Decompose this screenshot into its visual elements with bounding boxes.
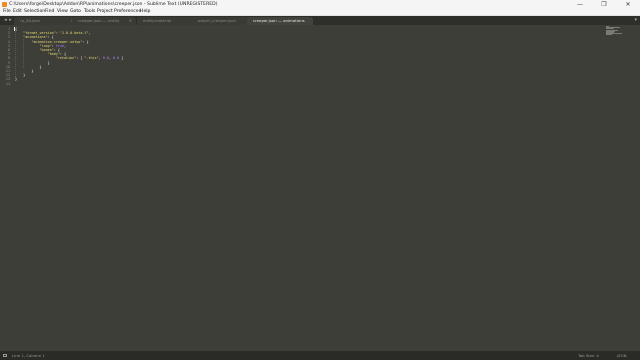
status-bar: Line 1, Column 1 Tab Size: 4 JSON (0, 351, 640, 360)
menu-edit[interactable]: Edit (13, 9, 22, 15)
cursor-position: Line 1, Column 1 (12, 353, 45, 358)
code-token: "rotation" (55, 56, 77, 61)
tab-creeper-animations[interactable]: creeper.json — animations (247, 17, 313, 25)
tab-size-selector[interactable]: Tab Size: 4 (578, 351, 599, 360)
menu-file[interactable]: File (3, 9, 11, 15)
tab-label: creeper.json — entity (78, 18, 120, 23)
sublime-app-icon (2, 2, 7, 7)
code-token: } (15, 77, 18, 82)
code-editor[interactable]: 1 2 3 4 5 6 7 8 9 10 11 12 13 14 { "form… (0, 25, 640, 351)
code-token: "1.8.0-beta.1" (59, 31, 89, 36)
tab-close-icon[interactable]: × (129, 17, 132, 25)
tab-rp-00[interactable]: rp_00.json × (14, 17, 78, 25)
tab-scroll-right-icon[interactable]: ▸ (8, 16, 13, 25)
menu-help[interactable]: Help (140, 9, 150, 15)
minimap-line (606, 34, 612, 36)
code-token: "-this" (84, 56, 99, 61)
code-token: ] (119, 56, 124, 61)
maximize-button[interactable]: ❐ (592, 0, 616, 9)
code-line: } (15, 77, 17, 81)
window-title: C:\Users\forge\Desktop\Addon\RP\animatio… (9, 2, 218, 7)
tab-creeper-entity[interactable]: creeper.json — entity × (72, 17, 136, 25)
menu-tools[interactable]: Tools (84, 9, 95, 15)
menu-view[interactable]: View (57, 9, 68, 15)
menu-project[interactable]: Project (97, 9, 113, 15)
syntax-selector[interactable]: JSON (617, 351, 627, 360)
title-bar: C:\Users\forge\Desktop\Addon\RP\animatio… (0, 0, 640, 9)
tab-label: creeper.json — animations (253, 18, 305, 23)
line-number-gutter: 1 2 3 4 5 6 7 8 9 10 11 12 13 14 (0, 25, 12, 351)
code-token: , (88, 31, 91, 36)
menu-find[interactable]: Find (45, 9, 54, 15)
code-token: , (64, 43, 67, 48)
panel-toggle-icon[interactable] (3, 354, 7, 357)
minimize-button[interactable]: — (568, 0, 592, 9)
tab-label: player_creeper.json (198, 18, 236, 23)
menu-bar: File Edit Selection Find View Goto Tools… (0, 9, 640, 16)
tab-list-dropdown-icon[interactable]: ▾ (634, 16, 637, 25)
text-cursor (14, 27, 15, 31)
tab-label: entity.material (143, 18, 172, 23)
menu-goto[interactable]: Goto (70, 9, 81, 15)
tab-bar: ◂ ▸ rp_00.json × creeper.json — entity ×… (0, 16, 640, 25)
code-token: : { (82, 39, 89, 44)
close-window-button[interactable]: ✕ (616, 0, 640, 9)
tab-label: rp_00.json (20, 18, 41, 23)
menu-selection[interactable]: Selection (24, 9, 45, 15)
line-number: 14 (5, 81, 10, 86)
menu-preferences[interactable]: Preferences (114, 9, 141, 15)
minimap[interactable] (606, 26, 626, 36)
